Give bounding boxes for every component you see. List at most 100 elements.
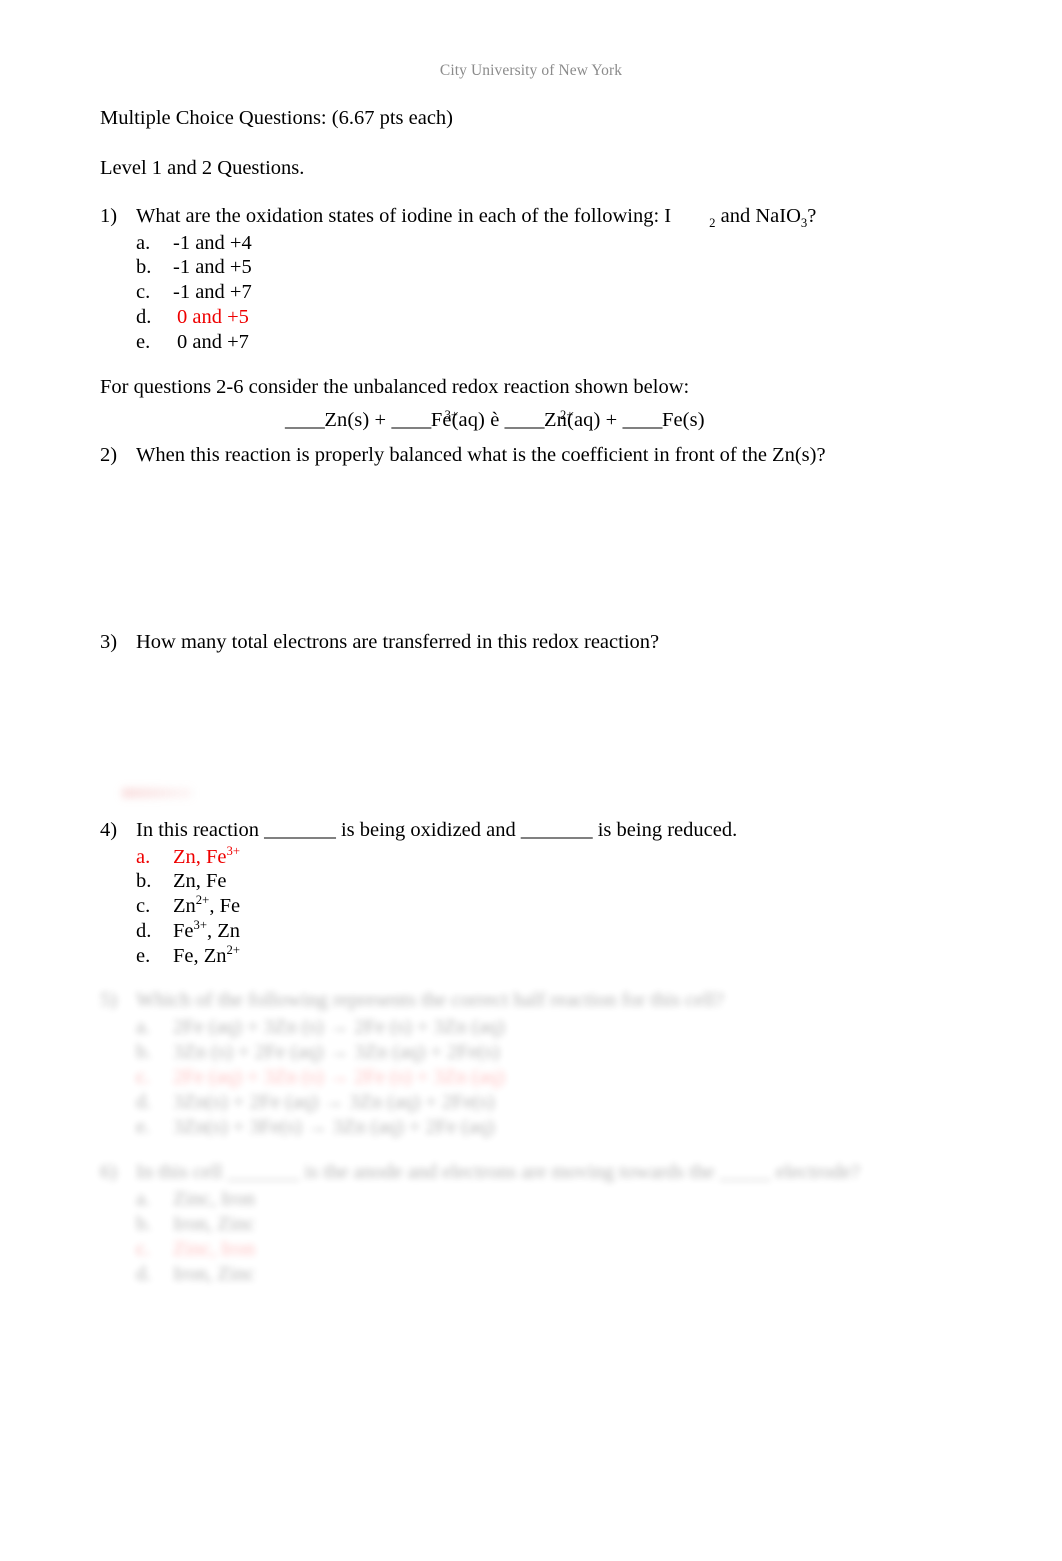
option-letter: b. — [136, 1212, 152, 1235]
option-letter: b. — [136, 256, 152, 279]
option-text: 3Zn(s) + 3Fe(s) → 3Zn (aq) + 2Fe (aq) — [173, 1115, 495, 1138]
option-letter: c. — [136, 895, 151, 918]
question-5-block-redacted: 5) Which of the following represents the… — [100, 988, 920, 1140]
question-1-stem-a: What are the oxidation states of iodine … — [136, 205, 672, 227]
reaction-intro-block: For questions 2-6 consider the unbalance… — [100, 375, 920, 399]
question-6-block-redacted: 6) In this cell _______ is the anode and… — [100, 1160, 920, 1287]
option-letter: c. — [136, 1237, 151, 1260]
option-letter: e. — [136, 1115, 151, 1138]
question-3-number: 3) — [100, 631, 118, 653]
option-letter: e. — [136, 944, 151, 967]
reaction-arrow-icon: è — [490, 409, 500, 431]
option-letter: c. — [136, 281, 151, 304]
question-5-options: a. 2Fe (aq) + 3Zn (s) → 2Fe (s) + 3Zn (a… — [100, 1015, 920, 1140]
question-4-options: a. Zn, Fe3+ b. Zn, Fe c. Zn2+, Fe d. Fe3… — [100, 843, 920, 969]
question-4-block: 4) In this reaction _______ is being oxi… — [100, 818, 920, 969]
option-row[interactable]: d. Iron, Zinc — [100, 1262, 920, 1287]
option-text: Fe, Zn2+ — [172, 944, 240, 969]
option-superscript: 2+ — [195, 893, 210, 908]
coefficient-blank-4[interactable]: ____ — [623, 409, 663, 431]
option-row[interactable]: c. -1 and +7 — [100, 280, 920, 305]
question-6-stem: 6) In this cell _______ is the anode and… — [100, 1160, 920, 1185]
option-base: Zn, Fe — [173, 845, 227, 868]
option-row[interactable]: c. Zn2+, Fe — [100, 894, 920, 919]
option-row-answer[interactable]: d. 0 and +5 — [100, 305, 920, 330]
option-row-answer[interactable]: c. 2Fe (aq) + 3Zn (s) → 2Fe (s) + 3Zn (a… — [100, 1065, 920, 1090]
option-row[interactable]: e. Fe, Zn2+ — [100, 944, 920, 969]
option-row[interactable]: a. -1 and +4 — [100, 231, 920, 256]
option-row[interactable]: a. Zinc, Iron — [100, 1187, 920, 1212]
question-2-number: 2) — [100, 444, 118, 466]
option-text: Iron, Zinc — [173, 1212, 255, 1235]
option-letter: b. — [136, 870, 152, 893]
question-4-number: 4) — [100, 819, 118, 841]
question-1-text: What are the oxidation states of iodine … — [136, 204, 816, 229]
question-2-stem: 2) When this reaction is properly balanc… — [100, 443, 920, 468]
species-zn-s: Zn(s) — [324, 409, 370, 431]
coefficient-blank-1[interactable]: ____ — [285, 409, 325, 431]
plus-sign-1: + — [374, 409, 387, 431]
question-1-block: 1) What are the oxidation states of iodi… — [100, 204, 920, 355]
option-row[interactable]: b. Zn, Fe — [100, 869, 920, 894]
option-text: 3Zn(s) + 2Fe (aq) → 3Zn (aq) + 2Fe(s) — [173, 1090, 495, 1113]
reaction-equation: ____Zn(s) + ____Fe3+(aq) è ____Zn2+(aq) … — [285, 408, 705, 431]
option-row[interactable]: d. Fe3+, Zn — [100, 919, 920, 944]
question-2-block: 2) When this reaction is properly balanc… — [100, 443, 920, 468]
option-superscript: 3+ — [226, 843, 241, 858]
option-row-answer[interactable]: c. Zinc, Iron — [100, 1237, 920, 1262]
question-4-stem: 4) In this reaction _______ is being oxi… — [100, 818, 920, 843]
option-letter: a. — [136, 1015, 151, 1038]
question-3-text: How many total electrons are transferred… — [136, 631, 660, 653]
option-letter: a. — [136, 231, 151, 254]
option-letter: d. — [136, 919, 152, 942]
document-header-institution: City University of New York — [439, 62, 623, 79]
option-row[interactable]: e. 3Zn(s) + 3Fe(s) → 3Zn (aq) + 2Fe (aq) — [100, 1115, 920, 1140]
option-text: -1 and +5 — [173, 256, 252, 279]
question-1-stem-b: and NaIO — [720, 205, 801, 227]
question-4-text: In this reaction _______ is being oxidiz… — [136, 819, 738, 841]
question-5-number: 5) — [100, 989, 118, 1011]
option-letter: a. — [136, 845, 151, 868]
option-text: 2Fe (aq) + 3Zn (s) → 2Fe (s) + 3Zn (aq) — [173, 1065, 505, 1088]
option-row[interactable]: b. Iron, Zinc — [100, 1212, 920, 1237]
option-letter: d. — [136, 1262, 152, 1285]
erased-annotation-artifact — [122, 788, 192, 798]
option-letter: c. — [136, 1065, 151, 1088]
coefficient-blank-3[interactable]: ____ — [505, 409, 545, 431]
option-text: Zn, Fe — [172, 869, 227, 894]
reaction-equation-block: ____Zn(s) + ____Fe3+(aq) è ____Zn2+(aq) … — [100, 408, 920, 432]
option-row-answer[interactable]: a. Zn, Fe3+ — [100, 843, 920, 870]
option-row[interactable]: d. 3Zn(s) + 2Fe (aq) → 3Zn (aq) + 2Fe(s) — [100, 1090, 920, 1115]
species-fe-s: Fe(s) — [661, 409, 705, 431]
option-row[interactable]: b. 3Zn (s) + 2Fe (aq) → 3Zn (aq) + 2Fe(s… — [100, 1040, 920, 1065]
iodine-subscript: 2 — [709, 216, 716, 231]
section-title: Multiple Choice Questions: (6.67 pts eac… — [100, 107, 453, 129]
option-text: -1 and +7 — [173, 281, 252, 304]
option-base: Fe, Zn — [173, 944, 227, 967]
question-6-number: 6) — [100, 1161, 118, 1183]
question-1-stem-tail: ? — [807, 205, 817, 227]
option-text: 3Zn (s) + 2Fe (aq) → 3Zn (aq) + 2Fe(s) — [173, 1040, 500, 1063]
question-5-stem: 5) Which of the following represents the… — [100, 988, 920, 1013]
option-row[interactable]: e. 0 and +7 — [100, 330, 920, 355]
option-base: Zn — [173, 895, 196, 918]
option-base: Zn, Fe — [173, 870, 227, 893]
level-note: Level 1 and 2 Questions. — [100, 157, 305, 179]
option-text: Zinc, Iron — [173, 1237, 255, 1260]
option-text: 0 and +5 — [177, 305, 249, 328]
option-text: Zn, Fe3+ — [172, 843, 241, 870]
option-row[interactable]: a. 2Fe (aq) + 3Zn (s) → 2Fe (s) + 3Zn (a… — [100, 1015, 920, 1040]
question-1-stem: 1) What are the oxidation states of iodi… — [100, 204, 920, 229]
option-letter: a. — [136, 1187, 151, 1210]
question-5-text: Which of the following represents the co… — [136, 989, 724, 1011]
coefficient-blank-2[interactable]: ____ — [391, 409, 431, 431]
question-6-text: In this cell _______ is the anode and el… — [136, 1161, 861, 1183]
option-text: -1 and +4 — [173, 231, 252, 254]
option-text: Zn2+, Fe — [172, 894, 240, 919]
option-row[interactable]: b. -1 and +5 — [100, 255, 920, 280]
option-superscript: 2+ — [226, 942, 241, 957]
document-page: City University of New York Multiple Cho… — [0, 0, 1062, 1561]
question-3-block: 3) How many total electrons are transfer… — [100, 630, 920, 655]
question-3-stem: 3) How many total electrons are transfer… — [100, 630, 920, 655]
option-tail: , Zn — [207, 919, 241, 942]
